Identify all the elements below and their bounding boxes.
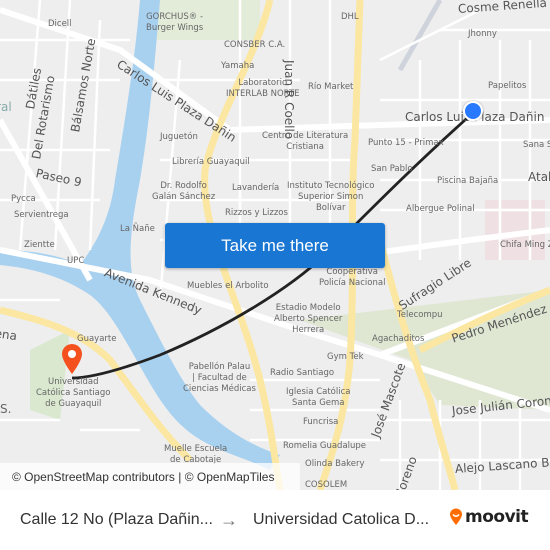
poi-label: Punto 15 - Primax <box>368 138 444 148</box>
poi-label: Río Market <box>308 82 354 92</box>
take-me-there-button[interactable]: Take me there <box>165 223 385 268</box>
poi-label: Muebles el Arbolito <box>187 281 269 291</box>
road-label: Atahualpa <box>528 170 550 184</box>
poi-label: Dicell <box>48 19 72 29</box>
origin-name: Calle 12 No (Plaza Dañin... <box>20 511 213 528</box>
poi-label: Yamaha <box>221 61 255 71</box>
poi-label: Jhonny <box>468 29 497 39</box>
poi-label: Albergue Polinal <box>406 204 475 214</box>
poi-label: CONSBER C.A. <box>224 40 286 50</box>
poi-label: Agachaditos <box>372 334 425 344</box>
moovit-pin-icon <box>450 508 462 525</box>
poi-label: Servientrega <box>14 210 69 220</box>
poi-label: Romelia Guadalupe <box>283 441 367 451</box>
poi-label: Pabellón Palau | Facultad de Ciencias Mé… <box>183 362 256 394</box>
poi-label: Sana S <box>523 140 550 150</box>
poi-label: Papelitos <box>488 81 527 91</box>
poi-label: COSOLEM <box>305 480 348 490</box>
poi-label: Universidad Católica Santiago de Guayaqu… <box>36 377 111 409</box>
attribution-text[interactable]: © OpenStreetMap contributors | © OpenMap… <box>12 470 274 484</box>
poi-label: Dr. Rodolfo Galán Sánchez <box>152 181 216 202</box>
poi-label: UPC <box>67 256 85 266</box>
poi-label: Piscina Bajaña <box>437 176 499 186</box>
poi-label: Estadio Modelo Alberto Spencer Herrera <box>274 303 343 335</box>
moovit-logo[interactable]: moovit <box>449 507 529 527</box>
poi-label: Gym Tek <box>327 352 364 362</box>
poi-label: Zientte <box>24 240 55 250</box>
poi-label: Telecompu <box>397 310 443 320</box>
destination-name: Universidad Catolica D... <box>253 511 430 528</box>
poi-label: La Ñañe <box>120 224 155 234</box>
map-attribution[interactable]: © OpenStreetMap contributors | © OpenMap… <box>0 463 300 490</box>
poi-label: Funcrisa <box>303 417 339 427</box>
poi-label: Iglesia Católica Santa Gema <box>286 387 351 408</box>
poi-label: Juguetón <box>160 132 198 142</box>
arrow-right-icon: → <box>220 509 238 530</box>
poi-label: Librería Guayaquil <box>172 157 250 167</box>
poi-label: Laboratorio INTERLAB NORTE <box>226 78 300 99</box>
poi-label: Radio Santiago <box>270 368 335 378</box>
poi-label: DHL <box>341 12 359 22</box>
poi-label: Chifa Ming Z <box>500 240 550 250</box>
airport-runway <box>397 0 443 72</box>
poi-label: Instituto Tecnológico Superior Simon Bol… <box>287 181 375 213</box>
moovit-wordmark: moovit <box>465 507 529 527</box>
poi-label: GORCHUS® - Burger Wings <box>146 12 204 33</box>
origin-marker[interactable] <box>463 101 483 121</box>
poi-label: Pycca <box>11 194 36 204</box>
poi-label: Cooperativa Policía Nacional <box>319 267 386 288</box>
poi-label: Rizzos y Lizzos <box>225 208 288 218</box>
poi-label: Olinda Bakery <box>305 459 365 469</box>
map-canvas[interactable]: Carlos Luis Plaza Dañin Carlos Luis Plaz… <box>0 0 550 490</box>
poi-label: Centro de Literatura Cristiana <box>262 131 349 152</box>
poi-label: S. <box>0 402 12 416</box>
poi-label: Lavandería <box>232 183 280 193</box>
poi-label: San Pablo <box>371 164 413 174</box>
road-label: Central <box>0 100 12 114</box>
